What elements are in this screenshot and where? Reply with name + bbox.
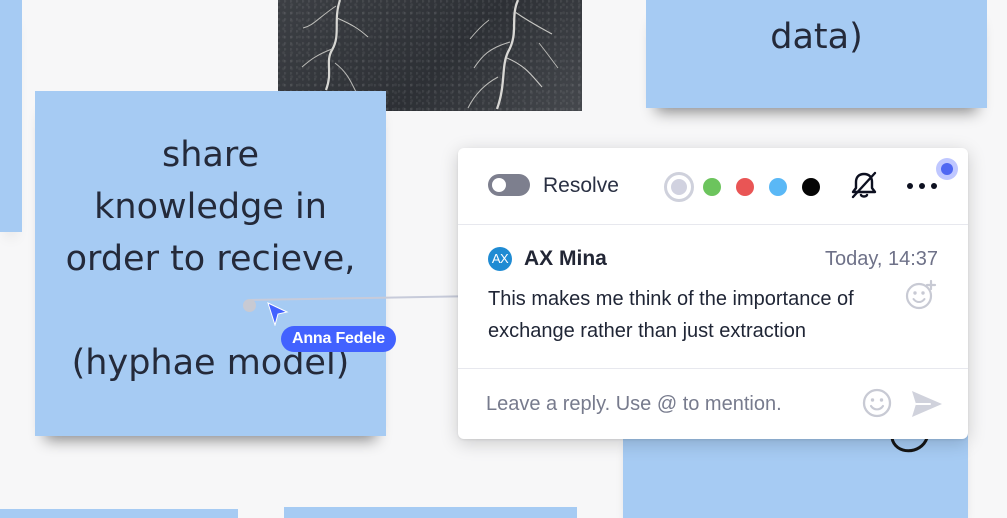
collaborator-cursor-icon — [267, 302, 289, 326]
comment-toolbar: Resolve — [458, 148, 968, 225]
comment-thread-panel: Resolve AX AX Mina Today, 14:37 This mak… — [458, 148, 968, 439]
whiteboard-canvas[interactable]: share knowledge in order to recieve, (hy… — [0, 0, 1007, 518]
color-option-green[interactable] — [703, 178, 721, 196]
send-icon[interactable] — [910, 388, 944, 420]
reply-composer — [458, 368, 968, 439]
sticky-note-bottom-middle[interactable] — [284, 507, 577, 518]
resolve-label: Resolve — [543, 174, 619, 197]
color-option-red[interactable] — [736, 178, 754, 196]
more-horizontal-icon[interactable] — [905, 180, 939, 192]
sticky-note-bottom-left[interactable] — [0, 509, 238, 518]
comment-anchor-dot[interactable] — [243, 299, 256, 312]
add-reaction-icon[interactable] — [904, 278, 938, 312]
resolve-toggle[interactable] — [488, 174, 530, 196]
sticky-note-data[interactable]: data) — [646, 0, 987, 108]
bell-off-icon[interactable] — [848, 169, 880, 201]
color-option-black[interactable] — [802, 178, 820, 196]
color-option-grey[interactable] — [664, 172, 694, 202]
sticky-note-data-text: data) — [770, 17, 863, 57]
collaborator-name-tag: Anna Fedele — [281, 326, 396, 352]
status-dot-icon — [936, 158, 958, 180]
sticky-note-left-edge[interactable] — [0, 0, 22, 232]
reply-input[interactable] — [486, 389, 856, 419]
comment-timestamp: Today, 14:37 — [824, 248, 938, 270]
comment-item: AX AX Mina Today, 14:37 This makes me th… — [488, 247, 938, 367]
emoji-icon[interactable] — [861, 387, 893, 419]
comment-author-name: AX Mina — [524, 247, 607, 270]
sticky-note-hyphae-model[interactable]: share knowledge in order to recieve, (hy… — [35, 91, 386, 436]
avatar: AX — [488, 247, 512, 271]
color-option-light-blue[interactable] — [769, 178, 787, 196]
comment-text: This makes me think of the importance of… — [488, 288, 854, 342]
